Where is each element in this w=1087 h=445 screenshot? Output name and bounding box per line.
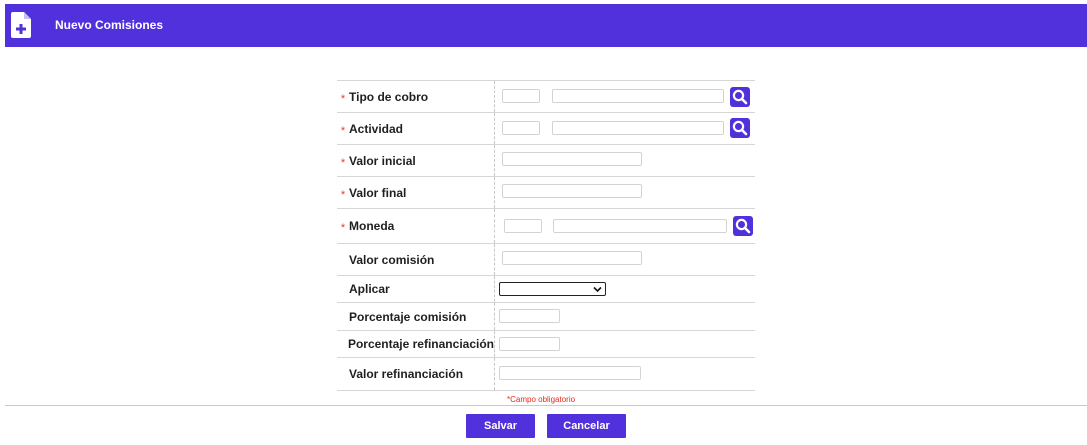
field-row-aplicar: Aplicar <box>337 276 755 303</box>
tipo-de-cobro-description-input[interactable] <box>552 89 724 103</box>
field-row-valor-comision: Valor comisión <box>337 244 755 276</box>
actividad-description-input[interactable] <box>552 121 724 135</box>
search-icon <box>735 218 751 234</box>
cancel-button[interactable]: Cancelar <box>547 414 626 438</box>
valor-comision-input[interactable] <box>502 251 642 265</box>
required-fields-note: *Campo obligatorio <box>507 395 576 404</box>
moneda-search-button[interactable] <box>733 216 753 236</box>
valor-inicial-input[interactable] <box>502 152 642 166</box>
field-row-tipo-de-cobro: * Tipo de cobro <box>337 81 755 113</box>
field-label: Aplicar <box>349 282 390 296</box>
page-header: Nuevo Comisiones <box>5 4 1087 47</box>
field-label: Porcentaje comisión <box>349 309 467 324</box>
tipo-de-cobro-search-button[interactable] <box>730 87 750 107</box>
field-label: Moneda <box>349 219 395 233</box>
required-marker: * <box>340 124 346 137</box>
required-marker: * <box>340 156 346 169</box>
search-icon <box>732 89 748 105</box>
porcentaje-refinanciacion-input[interactable] <box>499 337 560 351</box>
field-row-moneda: * Moneda <box>337 209 755 244</box>
actividad-code-input[interactable] <box>502 121 540 135</box>
chevron-down-icon <box>593 286 602 293</box>
field-row-porcentaje-refinanciacion: Porcentaje refinanciación <box>337 331 755 358</box>
page-title: Nuevo Comisiones <box>55 18 164 32</box>
field-label: Valor refinanciación <box>349 367 464 381</box>
commission-form: * Tipo de cobro * Actividad * Valor inic… <box>337 80 755 391</box>
porcentaje-comision-input[interactable] <box>499 309 560 323</box>
field-label: Tipo de cobro <box>349 89 429 104</box>
moneda-description-input[interactable] <box>553 219 727 233</box>
moneda-code-input[interactable] <box>504 219 542 233</box>
actividad-search-button[interactable] <box>730 118 750 138</box>
valor-refinanciacion-input[interactable] <box>499 366 641 380</box>
required-marker: * <box>340 188 346 201</box>
field-row-actividad: * Actividad <box>337 113 755 145</box>
field-label: Valor final <box>349 185 407 200</box>
tipo-de-cobro-code-input[interactable] <box>502 89 540 103</box>
valor-final-input[interactable] <box>502 184 642 198</box>
field-row-valor-final: * Valor final <box>337 177 755 209</box>
footer-divider <box>5 405 1087 406</box>
field-row-valor-refinanciacion: Valor refinanciación <box>337 358 755 391</box>
required-marker: * <box>340 92 346 105</box>
file-plus-icon <box>11 12 31 38</box>
field-row-porcentaje-comision: Porcentaje comisión <box>337 303 755 331</box>
required-marker: * <box>340 222 346 234</box>
save-button[interactable]: Salvar <box>466 414 535 438</box>
field-label: Valor inicial <box>349 153 416 168</box>
aplicar-select[interactable] <box>499 282 606 296</box>
field-row-valor-inicial: * Valor inicial <box>337 145 755 177</box>
field-label: Porcentaje refinanciación <box>347 337 494 351</box>
search-icon <box>732 120 748 136</box>
field-label: Valor comisión <box>349 252 435 267</box>
field-label: Actividad <box>349 121 404 136</box>
